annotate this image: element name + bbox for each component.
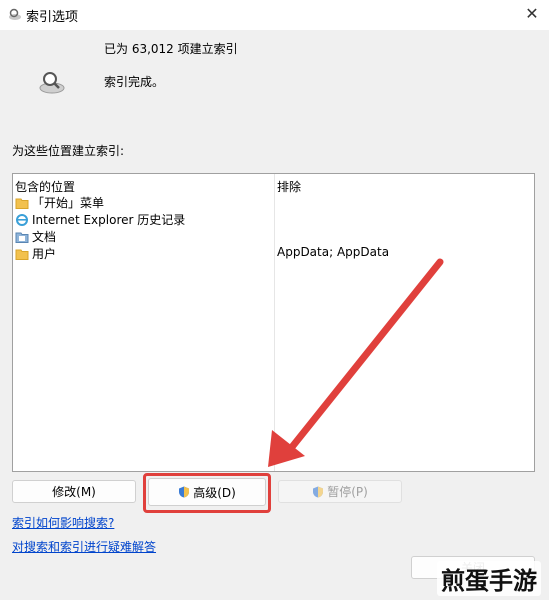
locations-label: 为这些位置建立索引: — [12, 144, 125, 158]
indexing-app-icon — [9, 8, 21, 20]
modify-button-label: 修改(M) — [52, 485, 96, 499]
indexing-status-icon — [39, 72, 65, 94]
list-item[interactable]: 用户 — [15, 245, 56, 262]
uac-shield-icon — [313, 486, 324, 497]
window-title: 索引选项 — [26, 10, 79, 25]
folder-icon — [15, 249, 29, 260]
watermark-text: 煎蛋手游 — [437, 561, 541, 596]
location-name: 文档 — [32, 230, 57, 244]
exclude-header[interactable]: 排除 — [277, 178, 301, 195]
close-icon[interactable]: ✕ — [519, 2, 545, 26]
pause-button[interactable]: 暂停(P) — [278, 480, 402, 503]
location-name: 用户 — [32, 247, 57, 261]
troubleshoot-link[interactable]: 对搜索和索引进行疑难解答 — [12, 538, 156, 555]
column-divider — [274, 174, 275, 471]
indexed-count-text: 已为 63,012 项建立索引 — [104, 42, 238, 56]
pause-button-label: 暂停(P) — [327, 485, 368, 499]
location-name: 「开始」菜单 — [32, 196, 105, 210]
annotation-highlight-box — [143, 473, 271, 513]
indexing-help-link[interactable]: 索引如何影响搜索? — [12, 514, 114, 531]
list-item[interactable]: 「开始」菜单 — [15, 194, 104, 211]
list-item[interactable]: 文档 — [15, 228, 56, 245]
internet-explorer-icon — [16, 213, 28, 226]
modify-button[interactable]: 修改(M) — [12, 480, 136, 503]
list-item[interactable]: Internet Explorer 历史记录 — [15, 211, 185, 228]
folder-icon — [15, 198, 29, 209]
exclusion-text: AppData; AppData — [277, 245, 390, 259]
documents-icon — [15, 232, 29, 243]
index-status-text: 索引完成。 — [104, 75, 165, 89]
title-bar: 索引选项 ✕ — [0, 0, 549, 30]
included-locations-header[interactable]: 包含的位置 — [15, 178, 75, 195]
location-name: Internet Explorer 历史记录 — [32, 213, 186, 227]
indexed-locations-list[interactable]: 包含的位置 排除 「开始」菜单 Internet Explorer 历史记录 文… — [12, 173, 535, 472]
